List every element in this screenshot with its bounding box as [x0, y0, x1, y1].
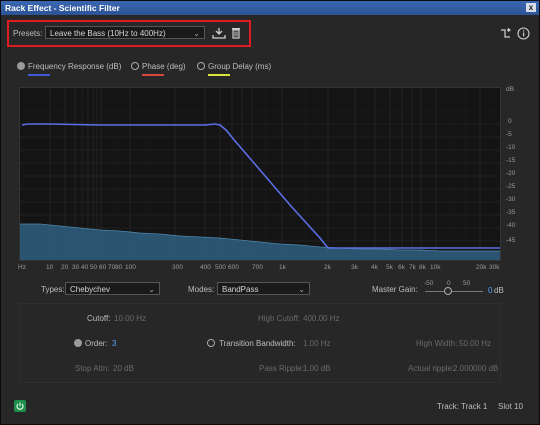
- gain-tick-50: 50: [463, 280, 471, 287]
- phase-legend-line: [142, 74, 164, 76]
- master-gain-unit: dB: [494, 286, 504, 295]
- freq-tick: 50: [90, 264, 98, 271]
- trash-icon[interactable]: [231, 27, 241, 39]
- actual-ripple-value: 2.000000 dB: [453, 364, 499, 373]
- freq-tick: 1k: [279, 264, 286, 271]
- stop-attn-value[interactable]: 20 dB: [113, 364, 134, 373]
- high-cutoff-label: High Cutoff:: [258, 314, 301, 323]
- presets-dropdown[interactable]: Leave the Bass (10Hz to 400Hz) ⌄: [45, 26, 205, 39]
- gain-tick-0: 0: [447, 280, 451, 287]
- pass-ripple-value[interactable]: 1.00 dB: [303, 364, 331, 373]
- freq-tick: 300: [172, 264, 183, 271]
- save-preset-icon[interactable]: [212, 27, 226, 39]
- slot-label: Slot 10: [498, 402, 523, 411]
- db-tick-30: -30: [506, 196, 516, 203]
- db-tick-20: -20: [506, 170, 516, 177]
- actual-ripple-label: Actual ripple:: [408, 364, 455, 373]
- db-tick-5: -5: [506, 131, 512, 138]
- transition-bandwidth-radio[interactable]: [207, 339, 215, 347]
- group-delay-label: Group Delay (ms): [208, 62, 272, 71]
- freq-tick: 60: [99, 264, 107, 271]
- presets-label: Presets:: [13, 29, 43, 38]
- order-radio[interactable]: [74, 339, 82, 347]
- freq-tick: 600: [228, 264, 239, 271]
- freq-tick: 100: [125, 264, 136, 271]
- group-delay-radio[interactable]: [197, 62, 205, 70]
- freq-tick: 20: [61, 264, 69, 271]
- high-cutoff-value[interactable]: 400.00 Hz: [303, 314, 339, 323]
- frequency-response-label: Frequency Response (dB): [28, 62, 122, 71]
- chevron-down-icon: ⌄: [193, 29, 200, 38]
- master-gain-slider-thumb[interactable]: [444, 287, 452, 295]
- types-label: Types:: [41, 285, 65, 294]
- freq-tick: 2k: [324, 264, 331, 271]
- phase-label: Phase (deg): [142, 62, 186, 71]
- chevron-down-icon: ⌄: [298, 285, 305, 294]
- presets-value: Leave the Bass (10Hz to 400Hz): [50, 29, 166, 38]
- transition-bandwidth-label: Transition Bandwidth:: [219, 339, 296, 348]
- close-icon[interactable]: x: [526, 3, 536, 12]
- db-tick-25: -25: [506, 183, 516, 190]
- graph-canvas: [20, 88, 500, 260]
- freq-tick: 6k: [398, 264, 405, 271]
- db-tick-40: -40: [506, 222, 516, 229]
- freq-tick: 10: [46, 264, 54, 271]
- db-axis-unit: dB: [506, 86, 514, 93]
- transition-bandwidth-value[interactable]: 1.00 Hz: [303, 339, 331, 348]
- freq-tick: 700: [252, 264, 263, 271]
- frequency-response-graph[interactable]: [19, 87, 501, 261]
- db-tick-15: -15: [506, 157, 516, 164]
- track-label: Track: Track 1: [437, 402, 488, 411]
- db-tick-0: 0: [508, 118, 512, 125]
- db-tick-10: -10: [506, 144, 516, 151]
- group-delay-legend-line: [208, 74, 230, 76]
- freq-tick: 400: [200, 264, 211, 271]
- freq-tick: 8k: [419, 264, 426, 271]
- high-width-label: High Width:: [416, 339, 458, 348]
- stop-attn-label: Stop Attn:: [75, 364, 110, 373]
- freq-tick: 20k: [476, 264, 487, 271]
- rack-effect-window: Rack Effect - Scientific Filter x Preset…: [0, 0, 540, 425]
- order-label: Order:: [85, 339, 108, 348]
- order-value[interactable]: 3: [112, 339, 116, 348]
- freq-tick: 30k: [489, 264, 500, 271]
- modes-dropdown[interactable]: BandPass ⌄: [217, 282, 310, 295]
- freq-tick: 7k: [409, 264, 416, 271]
- pass-ripple-label: Pass Ripple:: [259, 364, 304, 373]
- types-dropdown[interactable]: Chebychev ⌄: [65, 282, 160, 295]
- db-tick-45: -45: [506, 237, 516, 244]
- master-gain-value[interactable]: 0: [488, 286, 492, 295]
- modes-label: Modes:: [188, 285, 215, 294]
- modes-value: BandPass: [222, 285, 259, 294]
- cutoff-label: Cutoff:: [87, 314, 111, 323]
- freq-tick: 3k: [351, 264, 358, 271]
- frequency-legend-line: [28, 74, 50, 76]
- info-icon[interactable]: [517, 27, 530, 40]
- freq-tick: 30: [72, 264, 80, 271]
- power-icon[interactable]: [14, 400, 26, 412]
- freq-tick: 4k: [371, 264, 378, 271]
- freq-axis-unit: Hz: [18, 264, 26, 271]
- freq-tick: 40: [81, 264, 89, 271]
- frequency-response-radio[interactable]: [17, 62, 25, 70]
- master-gain-slider-track[interactable]: [425, 291, 483, 292]
- gain-tick-minus50: -50: [424, 280, 434, 287]
- routing-icon[interactable]: [500, 28, 511, 39]
- freq-tick: 5k: [386, 264, 393, 271]
- phase-radio[interactable]: [131, 62, 139, 70]
- title-bar: Rack Effect - Scientific Filter x: [1, 1, 539, 15]
- window-title: Rack Effect - Scientific Filter: [5, 3, 120, 13]
- master-gain-label: Master Gain:: [372, 285, 418, 294]
- cutoff-value[interactable]: 10.00 Hz: [114, 314, 146, 323]
- chevron-down-icon: ⌄: [148, 285, 155, 294]
- freq-tick: 80: [115, 264, 123, 271]
- db-tick-35: -35: [506, 209, 516, 216]
- high-width-value[interactable]: 50.00 Hz: [459, 339, 491, 348]
- freq-tick: 500: [215, 264, 226, 271]
- freq-tick: 10k: [430, 264, 441, 271]
- types-value: Chebychev: [70, 285, 111, 294]
